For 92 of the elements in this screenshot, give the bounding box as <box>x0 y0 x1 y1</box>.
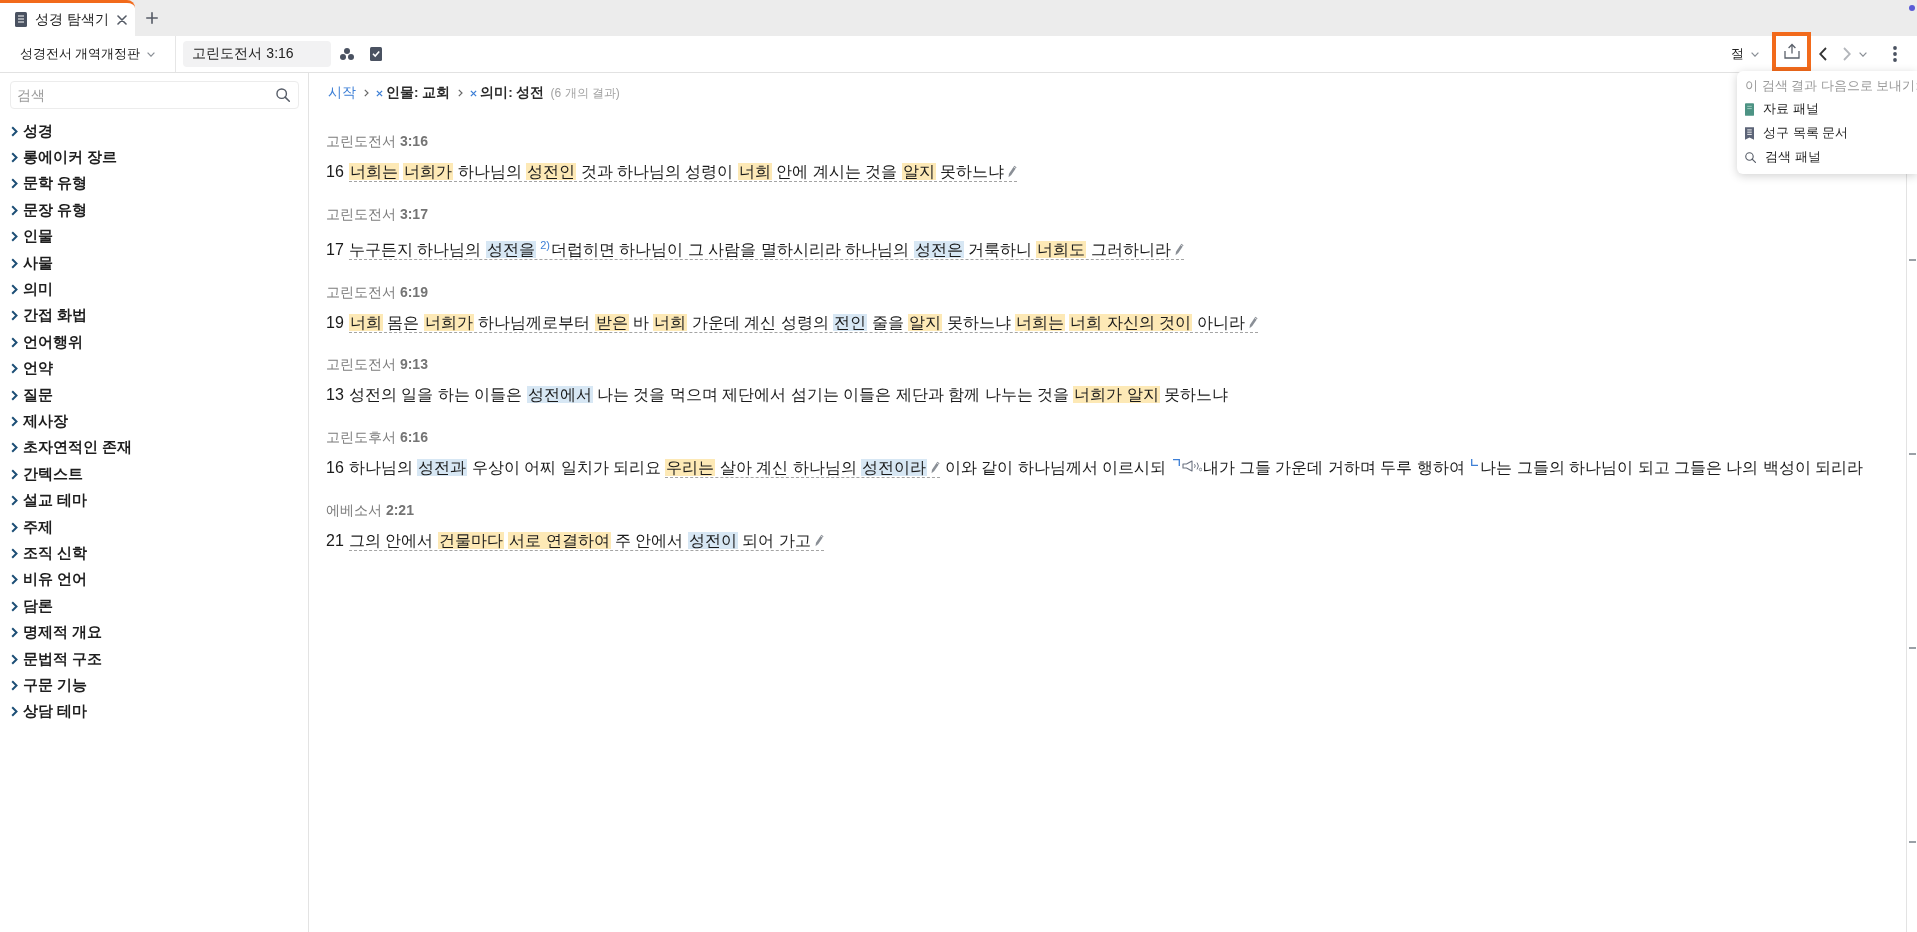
menu-item[interactable]: 검색 패널 <box>1745 145 1917 169</box>
search-icon[interactable] <box>276 88 290 102</box>
scroll-marker-icon <box>1908 841 1916 843</box>
remove-icon[interactable] <box>376 89 383 97</box>
verse-number: 13 <box>326 386 344 404</box>
sidebar-item[interactable]: 롱에이커 장르 <box>10 144 299 171</box>
sidebar-item[interactable]: 문학 유형 <box>10 170 299 198</box>
verse-number: 16 <box>326 459 344 477</box>
verse-reference[interactable]: 고린도전서 9:13 <box>326 354 1902 375</box>
sidebar-item[interactable]: 주제 <box>10 513 299 541</box>
verse-reference[interactable]: 고린도후서 6:16 <box>326 427 1902 448</box>
open-bracket-icon <box>1172 459 1180 467</box>
sidebar-item[interactable]: 구문 기능 <box>10 672 299 699</box>
sidebar-item[interactable]: 성경 <box>10 118 299 145</box>
megaphone-icon[interactable] <box>1181 460 1202 473</box>
verse-text: 하나님의 성전과 우상이 어찌 일치가 되리요 <box>348 459 663 477</box>
breadcrumb-link[interactable]: 시작 <box>328 84 356 102</box>
breadcrumb-filter[interactable]: 인물: 교회 <box>376 84 451 102</box>
scroll-marker-icon <box>1908 647 1916 649</box>
verse-number: 17 <box>326 241 344 258</box>
caret-icon <box>147 51 156 57</box>
breadcrumb-filter[interactable]: 의미: 성전 <box>470 84 545 102</box>
search-field[interactable]: 검색 <box>10 81 299 109</box>
plus-icon[interactable] <box>146 12 158 24</box>
sidebar-item[interactable]: 간접 화법 <box>10 302 299 330</box>
more-icon[interactable] <box>1893 46 1897 62</box>
footnote-link[interactable]: 2) <box>540 238 550 251</box>
verse-text: 그의 안에서 건물마다 서로 연결하여 주 안에서 성전이 되어 가고 <box>348 531 811 549</box>
sidebar-item[interactable]: 간텍스트 <box>10 461 299 488</box>
sidebar-item[interactable]: 문법적 구조 <box>10 645 299 673</box>
scroll-marker-icon <box>1908 453 1916 455</box>
notification-dot-icon <box>1909 5 1915 11</box>
reference-field[interactable]: 고린도전서 3:16 <box>183 41 332 67</box>
verse-text: 너희는 너희가 하나님의 성전인 것과 하나님의 성령이 너희 안에 계시는 것을 알지 못하느냐 <box>348 163 1005 180</box>
sidebar-item[interactable]: 문장 유형 <box>10 197 299 224</box>
circles-icon[interactable] <box>340 48 355 60</box>
sidebar-item[interactable]: 언약 <box>10 355 299 382</box>
sidebar-item[interactable]: 상담 테마 <box>10 698 299 725</box>
verse-number: 19 <box>326 313 344 331</box>
caret-icon[interactable] <box>1859 51 1867 57</box>
sidebar-item[interactable]: 사물 <box>10 249 299 277</box>
result-count: (6 개의 결과) <box>550 84 620 102</box>
pencil-icon[interactable] <box>814 533 824 547</box>
caret-icon <box>1751 51 1759 57</box>
sidebar-item[interactable]: 인물 <box>10 223 299 250</box>
verse-number: 16 <box>326 163 344 180</box>
verse-reference[interactable]: 에베소서 2:21 <box>326 499 1902 520</box>
verse-text: 더럽히면 하나님이 그 사람을 멸하시리라 하나님의 성전은 거룩하니 너희도 그러하니라 <box>550 241 1171 258</box>
bookmark-list-icon <box>1745 126 1754 140</box>
scroll-marker-icon <box>1908 259 1916 261</box>
tab[interactable]: 성경 탐색기 <box>0 0 135 36</box>
sidebar-item[interactable]: 질문 <box>10 381 299 409</box>
pencil-icon[interactable] <box>1174 243 1184 256</box>
sidebar-item[interactable]: 조직 신학 <box>10 540 299 567</box>
menu-item[interactable]: 성구 목록 문서 <box>1745 121 1917 145</box>
document-icon <box>15 12 27 27</box>
search-icon <box>1745 151 1756 163</box>
sidebar-item[interactable]: 담론 <box>10 593 299 620</box>
version-dropdown[interactable]: 성경전서 개역개정판 <box>0 36 177 72</box>
verse-reference[interactable]: 고린도전서 6:19 <box>326 281 1902 302</box>
verse-text: 이와 같이 하나님께서 이르시되 <box>943 459 1168 477</box>
close-icon[interactable] <box>116 14 127 25</box>
breadcrumb-separator-icon <box>458 89 464 97</box>
menu-item[interactable]: 자료 패널 <box>1745 97 1917 121</box>
verse-text: 너희 몸은 너희가 하나님께로부터 받은 바 너희 가운데 계신 성령의 전인 줄을 알지 못하느냐 너희는 너희 자신의 것이 아니라 <box>348 313 1245 331</box>
sidebar-item[interactable]: 명제적 개요 <box>10 619 299 646</box>
verse-text: 내가 그들 가운데 거하며 두루 행하여 <box>1202 459 1466 477</box>
pencil-icon[interactable] <box>1248 315 1258 329</box>
verse-number: 21 <box>326 531 344 549</box>
pencil-icon[interactable] <box>931 461 941 475</box>
pencil-icon[interactable] <box>1008 165 1018 178</box>
sidebar-item[interactable]: 의미 <box>10 276 299 303</box>
sidebar-item[interactable]: 설교 테마 <box>10 487 299 514</box>
unit-dropdown[interactable]: 절 <box>1731 45 1759 63</box>
book-icon <box>1745 102 1754 116</box>
share-button[interactable] <box>1772 31 1811 71</box>
verse-text: 우리는 살아 계신 하나님의 성전이라 <box>665 459 928 477</box>
remove-icon[interactable] <box>470 89 478 97</box>
share-icon <box>1783 43 1800 59</box>
sidebar-item[interactable]: 제사장 <box>10 408 299 435</box>
back-icon[interactable] <box>1819 47 1827 61</box>
close-bracket-icon <box>1471 459 1479 467</box>
book-check-icon[interactable] <box>370 47 383 61</box>
sidebar-item[interactable]: 비유 언어 <box>10 566 299 594</box>
verse-reference[interactable]: 고린도전서 3:17 <box>326 203 1902 224</box>
sidebar-item[interactable]: 언어행위 <box>10 329 299 356</box>
verse-text: 누구든지 하나님의 성전을 <box>348 241 537 258</box>
sidebar-item[interactable]: 초자연적인 존재 <box>10 434 299 462</box>
breadcrumb-separator-icon <box>364 89 369 97</box>
verse-text: 성전의 일을 하는 이들은 성전에서 나는 것을 먹으며 제단에서 섬기는 이들은 제단과 함께 나누는 것을 너희가 알지 못하느냐 <box>348 386 1229 404</box>
menu-heading: 이 검색 결과 다음으로 보내기: <box>1745 77 1917 95</box>
verse-text: 나는 그들의 하나님이 되고 그들은 나의 백성이 되리라 <box>1480 459 1864 477</box>
